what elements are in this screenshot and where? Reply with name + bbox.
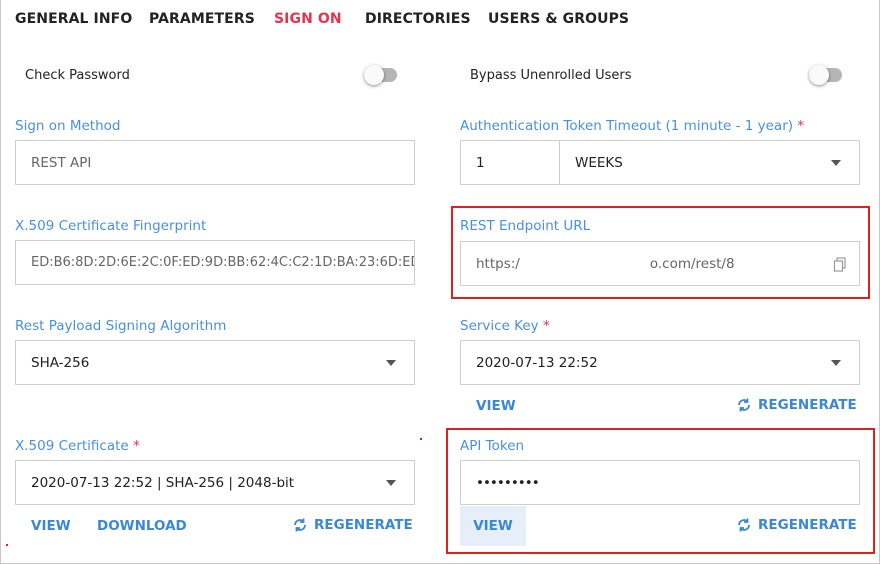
refresh-icon [738,518,750,532]
tab-sign-on[interactable]: SIGN ON [274,11,342,27]
regenerate-label: REGENERATE [758,397,857,413]
cert-fingerprint-field[interactable]: ED:B6:8D:2D:6E:2C:0F:ED:9D:BB:62:4C:C2:1… [15,240,415,285]
auth-token-unit-select[interactable]: WEEKS [559,140,860,185]
refresh-icon [294,518,306,532]
rest-endpoint-field[interactable]: https:/ o.com/rest/8 [460,241,860,286]
cert-fingerprint-label: X.509 Certificate Fingerprint [15,218,207,234]
payload-algorithm-select[interactable]: SHA-256 [15,340,415,385]
stray-mark [6,544,8,546]
payload-algorithm-label: Rest Payload Signing Algorithm [15,318,227,334]
service-key-label: Service Key * [460,318,550,334]
check-password-toggle[interactable] [364,65,397,85]
toggle-knob [364,65,384,85]
rest-endpoint-label: REST Endpoint URL [460,218,591,234]
timeout-unit: WEEKS [575,154,623,171]
auth-token-timeout-input[interactable]: 1 [460,140,560,185]
tab-parameters[interactable]: PARAMETERS [149,11,255,27]
tab-users-groups[interactable]: USERS & GROUPS [488,11,629,27]
bypass-unenrolled-label: Bypass Unenrolled Users [470,68,632,83]
chevron-down-icon [831,160,841,166]
timeout-number: 1 [476,154,485,171]
tab-directories[interactable]: DIRECTORIES [365,11,471,27]
payload-algorithm-value: SHA-256 [31,354,90,371]
rest-endpoint-prefix: https:/ [476,255,520,272]
chevron-down-icon [386,360,396,366]
service-key-view-button[interactable]: VIEW [476,398,516,414]
cert-fingerprint-value: ED:B6:8D:2D:6E:2C:0F:ED:9D:BB:62:4C:C2:1… [31,255,415,270]
rest-endpoint-suffix: o.com/rest/8 [649,255,735,272]
service-key-regenerate-button[interactable]: REGENERATE [736,397,857,413]
tab-general-info[interactable]: GENERAL INFO [15,11,132,27]
certificate-label: X.509 Certificate * [15,438,140,454]
certificate-regenerate-button[interactable]: REGENERATE [292,517,413,533]
sign-on-method-value: REST API [31,154,92,171]
stray-mark [420,438,422,440]
refresh-icon [738,398,750,412]
sign-on-method-label: Sign on Method [15,118,121,134]
certificate-download-button[interactable]: DOWNLOAD [97,518,187,534]
toggle-knob [809,65,829,85]
chevron-down-icon [386,480,396,486]
redacted-region [519,256,650,271]
service-key-value: 2020-07-13 22:52 [476,354,598,371]
auth-token-timeout-label: Authentication Token Timeout (1 minute -… [460,118,805,134]
copy-icon[interactable] [833,257,847,273]
api-token-field[interactable]: ••••••••• [460,460,860,505]
certificate-value: 2020-07-13 22:52 | SHA-256 | 2048-bit [31,474,295,491]
certificate-view-button[interactable]: VIEW [31,518,71,534]
check-password-label: Check Password [25,68,130,83]
certificate-select[interactable]: 2020-07-13 22:52 | SHA-256 | 2048-bit [15,460,415,505]
api-token-view-button[interactable]: VIEW [460,506,526,546]
bypass-unenrolled-toggle[interactable] [809,65,842,85]
sign-on-method-field[interactable]: REST API [15,140,415,185]
api-token-label: API Token [460,438,525,454]
api-token-value: ••••••••• [476,474,540,491]
regenerate-label: REGENERATE [314,517,413,533]
regenerate-label: REGENERATE [758,517,857,533]
service-key-select[interactable]: 2020-07-13 22:52 [460,340,860,385]
api-token-regenerate-button[interactable]: REGENERATE [736,517,857,533]
chevron-down-icon [831,360,841,366]
